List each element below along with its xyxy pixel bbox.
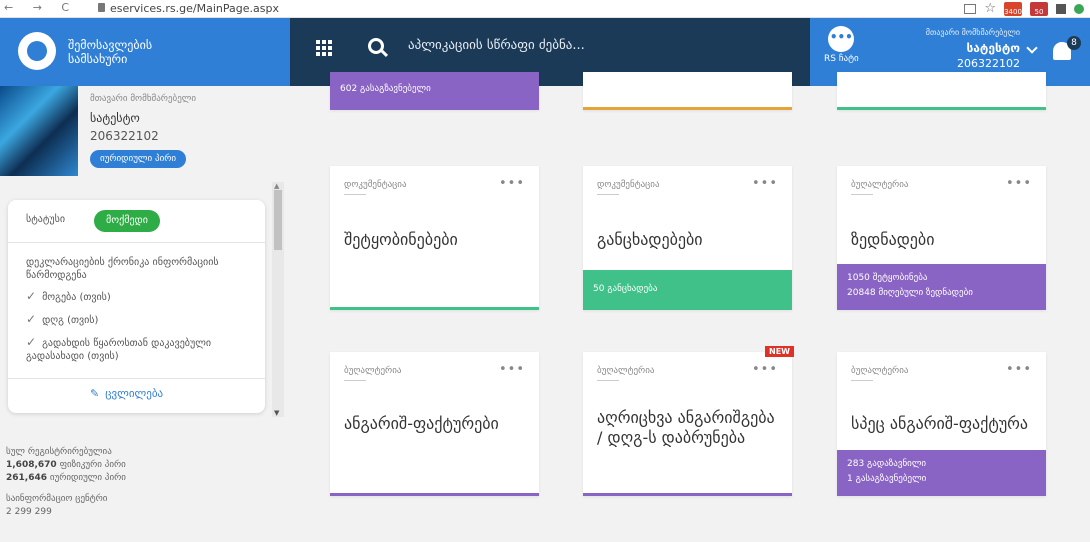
more-options-icon[interactable]: ••• [499, 176, 525, 191]
user-role: მთავარი მომხმარებელი [925, 28, 1020, 37]
tile-category: ბუღალტერია [851, 180, 909, 195]
divider [8, 242, 265, 243]
tile-title: შეტყობინებები [344, 230, 458, 249]
search-input[interactable] [408, 38, 788, 53]
tile-band-line-1: 1050 შეტყობინება [847, 273, 928, 283]
extension-icon-3[interactable] [1056, 3, 1066, 14]
tile-accent-line [837, 107, 1046, 110]
address-bar[interactable]: eservices.rs.ge/MainPage.aspx [110, 2, 279, 15]
more-options-icon[interactable]: ••• [752, 176, 778, 191]
registration-stats: სულ რეგისტრირებულია 1,608,670 ფიზიკური პ… [6, 446, 126, 519]
tile-band: 1050 შეტყობინება 20848 მიღებული ზედნადებ… [837, 264, 1046, 310]
brand-line-1: შემოსავლების [68, 38, 153, 52]
profile-id: 206322102 [90, 129, 159, 143]
check-item-vat: დღგ (თვის) [26, 313, 256, 327]
scroll-down-arrow-icon[interactable]: ▼ [274, 409, 279, 417]
tile-partial-3[interactable] [837, 72, 1046, 110]
browser-nav-buttons[interactable]: ← → C [4, 1, 77, 14]
check-item-profit: მოგება (თვის) [26, 290, 256, 304]
tile-accent-line [583, 493, 792, 496]
user-menu[interactable]: მთავარი მომხმარებელი სატესტო 206322102 [880, 28, 1020, 70]
tile-accent-line [330, 493, 539, 496]
extension-icon-1[interactable]: 3400 [1004, 1, 1022, 16]
tile-category: დოკუმენტაცია [344, 180, 407, 195]
more-options-icon[interactable]: ••• [1006, 362, 1032, 377]
rs-chat-button[interactable]: ••• RS ჩატი [824, 26, 859, 64]
rs-logo-icon [18, 32, 56, 70]
tile-band-line-2: 20848 მიღებული ზედნადები [847, 288, 973, 298]
tile-partial-1[interactable]: 602 გასაგზავნებელი [330, 72, 539, 110]
divider [8, 378, 265, 379]
tile-title: აღრიცხვა ანგარიშგება / დღგ-ს დაბრუნება [597, 408, 775, 447]
tile-band: 602 გასაგზავნებელი [330, 72, 539, 110]
tile-band: 283 გადაზავნილი 1 გასაგზავნებელი [837, 450, 1046, 496]
profile-avatar [0, 86, 78, 176]
status-card: სტატუსი მოქმედი დეკლარაციების ქრონიკა ინ… [8, 200, 265, 413]
notification-count: 8 [1067, 36, 1081, 50]
tile-band-line-1: 283 გადაზავნილი [847, 459, 927, 469]
tile-invoices[interactable]: ბუღალტერია ••• ანგარიშ-ფაქტურები [330, 352, 539, 496]
browser-toolbar: ← → C eservices.rs.ge/MainPage.aspx ☆ 34… [0, 0, 1090, 18]
tile-band: 50 განცხადება [583, 270, 792, 310]
stats-label-info-center: საინფორმაციო ცენტრი [6, 494, 108, 504]
tile-category: ბუღალტერია [344, 366, 402, 381]
profile-type-badge: იურიდიული პირი [90, 150, 187, 168]
tile-category: ბუღალტერია [597, 366, 655, 381]
edit-link[interactable]: ცვლილება [90, 387, 163, 400]
tile-waybills[interactable]: ბუღალტერია ••• ზედნადები 1050 შეტყობინებ… [837, 166, 1046, 310]
check-item-withholding: გადახდის წყაროსთან დაკავებული გადასახადი… [26, 336, 256, 363]
declarations-title: დეკლარაციების ქრონიკა ინფორმაციის წარმოდ… [26, 257, 219, 281]
user-name: სატესტო [966, 41, 1020, 55]
more-options-icon[interactable]: ••• [752, 362, 778, 377]
sidebar: მთავარი მომხმარებელი სატესტო 206322102 ი… [0, 86, 290, 542]
star-icon[interactable]: ☆ [984, 1, 996, 16]
lock-icon [98, 3, 105, 12]
tile-band-line-2: 1 გასაგზავნებელი [847, 474, 927, 484]
stats-label-registered: სულ რეგისტრირებულია [6, 447, 112, 457]
user-id: 206322102 [957, 57, 1020, 70]
tile-accent-line [583, 107, 792, 110]
profile-role: მთავარი მომხმარებელი [90, 94, 197, 104]
apps-grid-icon[interactable] [316, 40, 332, 56]
chat-bubble-icon: ••• [828, 26, 855, 52]
stats-row-individuals: 1,608,670 ფიზიკური პირი [6, 460, 126, 470]
tile-notifications[interactable]: დოკუმენტაცია ••• შეტყობინებები [330, 166, 539, 310]
share-icon[interactable] [964, 3, 977, 14]
brand-line-2: სამსახური [68, 52, 128, 66]
search-icon[interactable] [368, 38, 384, 54]
more-options-icon[interactable]: ••• [499, 362, 525, 377]
main-dashboard: 602 გასაგზავნებელი დოკუმენტაცია ••• შეტყ… [290, 72, 1090, 542]
profile-name: სატესტო [90, 111, 140, 125]
tile-title: სპეც ანგარიშ-ფაქტურა [851, 414, 1029, 433]
tile-applications[interactable]: დოკუმენტაცია ••• განცხადებები 50 განცხად… [583, 166, 792, 310]
scroll-up-arrow-icon[interactable]: ▲ [274, 182, 279, 190]
more-options-icon[interactable]: ••• [1006, 176, 1032, 191]
tile-accent-line [330, 307, 539, 310]
brand-name: შემოსავლების სამსახური [68, 38, 152, 66]
header-brand-area[interactable]: შემოსავლების სამსახური [0, 18, 290, 86]
tile-title: განცხადებები [597, 230, 703, 249]
tile-title: ზედნადები [851, 230, 935, 249]
tile-title: ანგარიშ-ფაქტურები [344, 414, 499, 433]
chevron-down-icon[interactable] [1026, 42, 1038, 54]
scroll-thumb[interactable] [274, 190, 282, 250]
stats-info-center-phone: 2 299 299 [6, 507, 52, 517]
chat-label: RS ჩატი [824, 54, 859, 64]
tile-partial-2[interactable] [583, 72, 792, 110]
extension-icon-2[interactable]: 50 [1030, 1, 1048, 16]
status-badge: მოქმედი [94, 210, 160, 232]
new-badge: NEW [765, 346, 794, 357]
sidebar-scrollbar[interactable]: ▲ ▼ [272, 182, 284, 417]
tile-category: დოკუმენტაცია [597, 180, 660, 195]
browser-extensions: ☆ 3400 50 [964, 1, 1084, 16]
extension-icon-4[interactable] [1074, 3, 1084, 14]
stats-row-legal: 261,646 იურიდიული პირი [6, 473, 126, 483]
tile-category: ბუღალტერია [851, 366, 909, 381]
status-label: სტატუსი [26, 214, 66, 225]
tile-accounting-vat-refund[interactable]: ბუღალტერია ••• აღრიცხვა ანგარიშგება / დღ… [583, 352, 792, 496]
tile-special-invoice[interactable]: ბუღალტერია ••• სპეც ანგარიშ-ფაქტურა 283 … [837, 352, 1046, 496]
